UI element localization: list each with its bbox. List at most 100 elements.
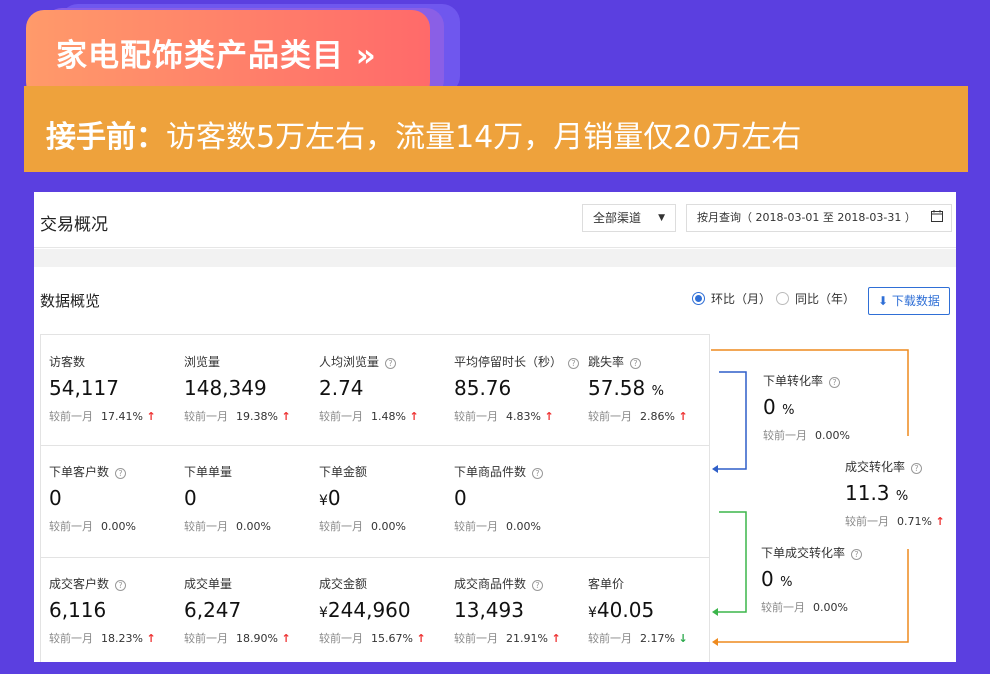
conversion-card: 成交转化率? 11.3 % 较前一月 0.71% ↑ <box>845 458 956 529</box>
metric-comparison: 较前一月 4.83% ↑ <box>454 408 588 424</box>
metric-card: 下单客户数? 0 较前一月 0.00% <box>49 463 183 534</box>
metric-value-row: 6,116 <box>49 598 183 622</box>
help-icon[interactable]: ? <box>532 468 544 479</box>
metric-card: 跳失率? 57.58 % 较前一月 2.86% ↑ <box>588 353 722 424</box>
metric-value: 2.74 <box>319 376 364 400</box>
trend-up-icon: ↑ <box>551 632 561 645</box>
summary-text: 接手前：访客数5万左右，流量14万，月销量仅20万左右 <box>46 112 801 156</box>
channel-select[interactable]: 全部渠道 ▼ <box>582 204 676 232</box>
help-icon[interactable]: ? <box>532 580 544 591</box>
metric-value: 57.58 <box>588 376 646 400</box>
metric-change: 0.00% <box>236 520 271 533</box>
conversion-value-row: 0 % <box>761 567 895 591</box>
flow-arrow-green <box>712 608 718 616</box>
compare-label: 较前一月 <box>49 632 93 645</box>
metric-value: 0 <box>327 486 341 510</box>
metric-card: 下单商品件数? 0 较前一月 0.00% <box>454 463 588 534</box>
summary-content: 访客数5万左右，流量14万，月销量仅20万左右 <box>166 120 802 155</box>
help-icon[interactable]: ? <box>115 580 127 591</box>
compare-label: 较前一月 <box>454 410 498 423</box>
metric-comparison: 较前一月 2.86% ↑ <box>588 408 722 424</box>
radio-month-over-month[interactable]: 环比（月） <box>692 290 771 307</box>
compare-label: 较前一月 <box>761 601 805 614</box>
row-divider <box>41 557 709 558</box>
metric-comparison: 较前一月 18.90% ↑ <box>184 630 318 646</box>
metric-label-text: 客单价 <box>588 577 625 591</box>
metric-value: 54,117 <box>49 376 119 400</box>
metric-card: 成交商品件数? 13,493 较前一月 21.91% ↑ <box>454 575 588 646</box>
conversion-label-text: 成交转化率 <box>845 460 906 474</box>
conversion-label: 成交转化率? <box>845 458 956 475</box>
compare-label: 较前一月 <box>319 520 363 533</box>
compare-label: 较前一月 <box>845 515 889 528</box>
help-icon[interactable]: ? <box>568 358 580 369</box>
compare-label: 较前一月 <box>184 410 228 423</box>
date-range-picker[interactable]: 按月查询（ 2018-03-01 至 2018-03-31 ） <box>686 204 952 232</box>
help-icon[interactable]: ? <box>115 468 127 479</box>
metric-label: 客单价 <box>588 575 722 592</box>
help-icon[interactable]: ? <box>911 463 923 474</box>
metric-label: 浏览量 <box>184 353 318 370</box>
metric-change: 19.38% <box>236 410 278 423</box>
metric-change: 0.00% <box>371 520 406 533</box>
metric-label: 访客数 <box>49 353 183 370</box>
trend-up-icon: ↑ <box>544 410 554 423</box>
metric-value: 6,247 <box>184 598 242 622</box>
metric-value-row: 0 <box>184 486 318 510</box>
metric-comparison: 较前一月 0.00% <box>49 518 183 534</box>
panel-title: 交易概况 <box>40 215 108 235</box>
compare-label: 较前一月 <box>49 410 93 423</box>
metric-value-row: 148,349 <box>184 376 318 400</box>
section-divider <box>34 249 956 267</box>
radio-year-over-year[interactable]: 同比（年） <box>776 290 855 307</box>
metric-value: 85.76 <box>454 376 512 400</box>
metric-label: 成交单量 <box>184 575 318 592</box>
compare-label: 较前一月 <box>454 520 498 533</box>
metric-value: 148,349 <box>184 376 267 400</box>
trend-up-icon: ↑ <box>935 515 945 528</box>
conversion-card: 下单转化率? 0 % 较前一月 0.00% <box>763 372 897 443</box>
metric-change: 15.67% <box>371 632 413 645</box>
metric-card: 下单单量 0 较前一月 0.00% <box>184 463 318 534</box>
radio-unchecked-icon <box>776 292 789 305</box>
conversion-value: 0 <box>763 395 776 419</box>
metric-value-row: 0 <box>49 486 183 510</box>
metric-change: 0.00% <box>101 520 136 533</box>
compare-label: 较前一月 <box>184 520 228 533</box>
metric-value: 244,960 <box>327 598 411 622</box>
conversion-label: 下单成交转化率? <box>761 544 895 561</box>
help-icon[interactable]: ? <box>385 358 397 369</box>
flow-line-blue <box>718 371 747 470</box>
help-icon[interactable]: ? <box>630 358 642 369</box>
metric-unit: % <box>651 384 664 399</box>
metrics-grid: 访客数 54,117 较前一月 17.41% ↑ 浏览量 148,349 较前一月 19.38… <box>40 334 710 662</box>
conversion-change: 0.00% <box>815 429 850 442</box>
channel-select-value: 全部渠道 <box>593 211 642 225</box>
metric-comparison: 较前一月 0.00% <box>184 518 318 534</box>
flow-arrow-blue <box>712 465 718 473</box>
trend-up-icon: ↑ <box>146 632 156 645</box>
conversion-comparison: 较前一月 0.71% ↑ <box>845 513 956 529</box>
metric-value-row: 54,117 <box>49 376 183 400</box>
metric-value-row: 2.74 <box>319 376 453 400</box>
calendar-icon <box>931 205 943 231</box>
help-icon[interactable]: ? <box>851 549 863 560</box>
download-label: 下载数据 <box>891 294 940 308</box>
metric-comparison: 较前一月 2.17% ↓ <box>588 630 722 646</box>
metric-label-text: 成交客户数 <box>49 577 110 591</box>
metric-value-row: ¥244,960 <box>319 598 453 622</box>
row-divider <box>41 445 709 446</box>
metric-label-text: 下单单量 <box>184 465 233 479</box>
help-icon[interactable]: ? <box>829 377 841 388</box>
compare-label: 较前一月 <box>319 410 363 423</box>
compare-label: 较前一月 <box>588 410 632 423</box>
metric-card: 人均浏览量? 2.74 较前一月 1.48% ↑ <box>319 353 453 424</box>
compare-label: 较前一月 <box>763 429 807 442</box>
download-button[interactable]: ⬇ 下载数据 <box>868 287 950 315</box>
metric-change: 17.41% <box>101 410 143 423</box>
radio-checked-icon <box>692 292 705 305</box>
metric-change: 21.91% <box>506 632 548 645</box>
metric-label: 下单金额 <box>319 463 453 480</box>
currency-symbol: ¥ <box>319 605 328 621</box>
trend-up-icon: ↑ <box>281 632 291 645</box>
